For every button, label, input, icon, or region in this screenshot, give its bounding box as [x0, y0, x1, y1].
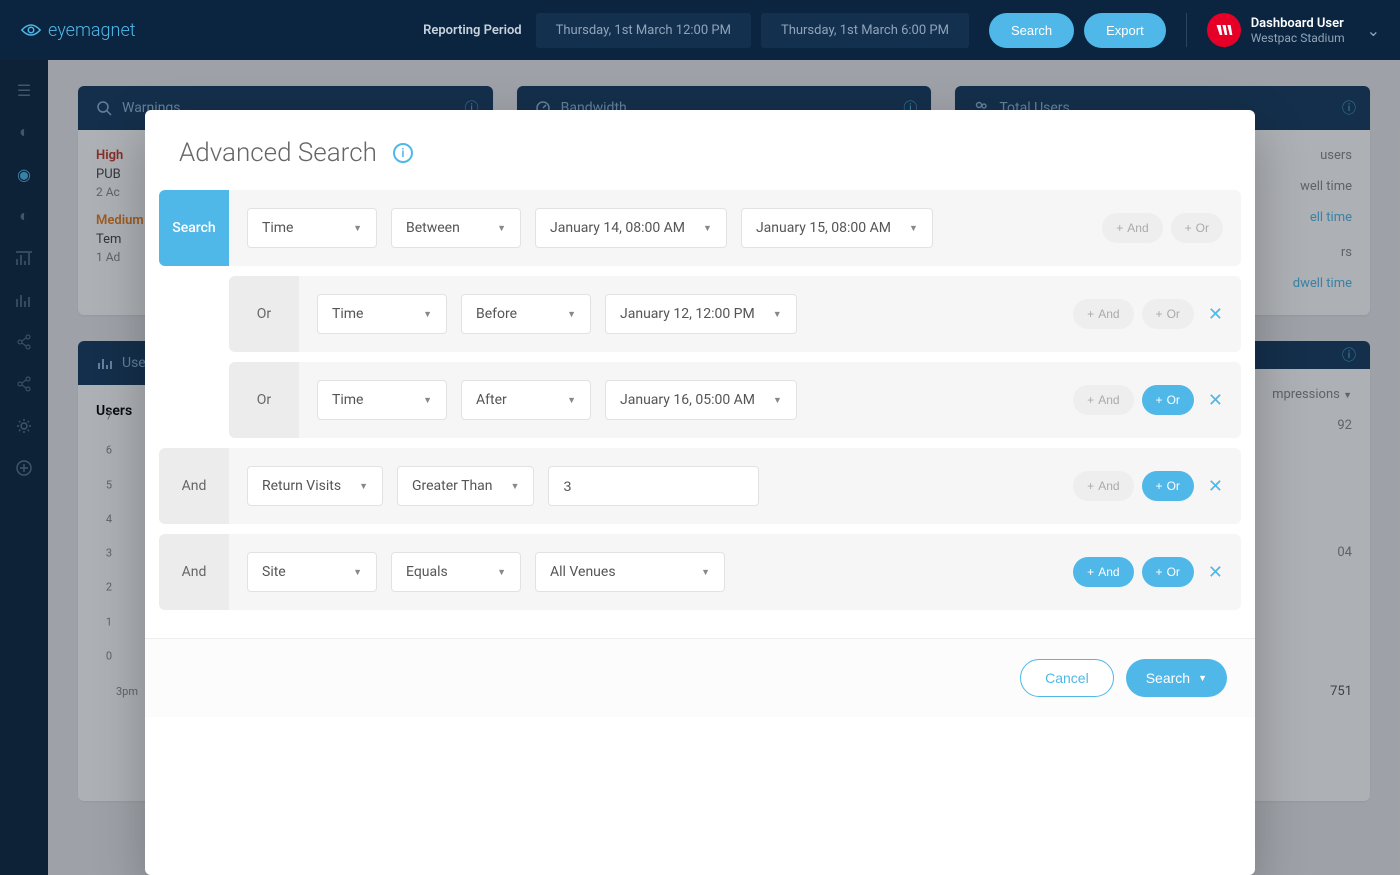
- field-select[interactable]: Site▼: [247, 552, 377, 592]
- remove-rule-icon[interactable]: ✕: [1208, 562, 1223, 583]
- caret-down-icon: ▼: [773, 395, 782, 406]
- modal-search-button[interactable]: Search ▼: [1126, 659, 1227, 697]
- user-menu[interactable]: Dashboard User Westpac Stadium ⌄: [1207, 13, 1380, 47]
- rule-actions: +And +Or ✕: [1073, 557, 1223, 587]
- caret-down-icon: ▼: [423, 309, 432, 320]
- add-or-button[interactable]: +Or: [1171, 213, 1223, 243]
- rule-row: And Site▼ Equals▼ All Venues▼ +And +Or ✕: [159, 534, 1241, 610]
- remove-rule-icon[interactable]: ✕: [1208, 390, 1223, 411]
- value-select-1[interactable]: All Venues▼: [535, 552, 725, 592]
- value-select-2[interactable]: January 15, 08:00 AM▼: [741, 208, 933, 248]
- add-or-button[interactable]: +Or: [1142, 385, 1194, 415]
- rule-label-search: Search: [159, 190, 229, 266]
- add-or-button[interactable]: +Or: [1142, 557, 1194, 587]
- rule-body: Site▼ Equals▼ All Venues▼ +And +Or ✕: [229, 534, 1241, 610]
- caret-down-icon: ▼: [497, 223, 506, 234]
- period-to-box[interactable]: Thursday, 1st March 6:00 PM: [761, 13, 969, 48]
- add-or-button[interactable]: +Or: [1142, 471, 1194, 501]
- field-select[interactable]: Time▼: [317, 294, 447, 334]
- value-select-1[interactable]: January 12, 12:00 PM▼: [605, 294, 797, 334]
- caret-down-icon: ▼: [353, 567, 362, 578]
- rule-label-and: And: [159, 448, 229, 524]
- user-venue: Westpac Stadium: [1251, 31, 1345, 45]
- modal-title: Advanced Search: [179, 138, 377, 168]
- operator-select[interactable]: Greater Than▼: [397, 466, 534, 506]
- brand-text: eyemagnet: [48, 20, 136, 41]
- search-button[interactable]: Search: [989, 13, 1074, 48]
- rule-actions: +And +Or ✕: [1073, 385, 1223, 415]
- info-icon[interactable]: i: [393, 143, 413, 163]
- westpac-logo-icon: [1214, 20, 1234, 40]
- caret-down-icon: ▼: [773, 309, 782, 320]
- value-select-1[interactable]: January 14, 08:00 AM▼: [535, 208, 727, 248]
- period-from-box[interactable]: Thursday, 1st March 12:00 PM: [536, 13, 751, 48]
- rule-label-or: Or: [229, 362, 299, 438]
- modal-overlay: Advanced Search i Search Time▼ Between▼ Jan…: [0, 60, 1400, 875]
- add-and-button[interactable]: +And: [1073, 299, 1133, 329]
- field-select[interactable]: Time▼: [247, 208, 377, 248]
- caret-down-icon: ▼: [701, 567, 710, 578]
- operator-select[interactable]: After▼: [461, 380, 591, 420]
- caret-down-icon: ▼: [909, 223, 918, 234]
- add-and-button[interactable]: +And: [1102, 213, 1162, 243]
- rule-actions: +And +Or ✕: [1073, 299, 1223, 329]
- rule-row: Or Time▼ After▼ January 16, 05:00 AM▼ +And +O…: [229, 362, 1241, 438]
- brand-logo[interactable]: eyemagnet: [20, 20, 136, 41]
- caret-down-icon: ▼: [1198, 673, 1207, 683]
- avatar: [1207, 13, 1241, 47]
- export-button[interactable]: Export: [1084, 13, 1166, 48]
- rules-container: Search Time▼ Between▼ January 14, 08:00 AM▼…: [145, 190, 1255, 638]
- rule-body: Time▼ Before▼ January 12, 12:00 PM▼ +And +Or…: [299, 276, 1241, 352]
- caret-down-icon: ▼: [567, 395, 576, 406]
- rule-label-and: And: [159, 534, 229, 610]
- value-input[interactable]: [548, 466, 759, 506]
- rule-actions: +And +Or ✕: [1073, 471, 1223, 501]
- operator-select[interactable]: Between▼: [391, 208, 521, 248]
- rule-label-or: Or: [229, 276, 299, 352]
- rule-row: Search Time▼ Between▼ January 14, 08:00 AM▼…: [159, 190, 1241, 266]
- cancel-button[interactable]: Cancel: [1020, 659, 1114, 697]
- operator-select[interactable]: Equals▼: [391, 552, 521, 592]
- operator-select[interactable]: Before▼: [461, 294, 591, 334]
- field-select[interactable]: Return Visits▼: [247, 466, 383, 506]
- remove-rule-icon[interactable]: ✕: [1208, 304, 1223, 325]
- user-name: Dashboard User: [1251, 16, 1345, 31]
- reporting-period-label: Reporting Period: [423, 23, 522, 38]
- caret-down-icon: ▼: [511, 481, 520, 492]
- divider: [1186, 13, 1187, 47]
- add-and-button[interactable]: +And: [1073, 557, 1133, 587]
- caret-down-icon: ▼: [359, 481, 368, 492]
- advanced-search-modal: Advanced Search i Search Time▼ Between▼ Jan…: [145, 110, 1255, 875]
- caret-down-icon: ▼: [497, 567, 506, 578]
- remove-rule-icon[interactable]: ✕: [1208, 476, 1223, 497]
- rule-row: OrTime▼Before▼January 12, 12:00 PM▼+And+…: [229, 276, 1241, 352]
- add-and-button[interactable]: +And: [1073, 471, 1133, 501]
- logo-icon: [20, 21, 42, 39]
- rule-actions: +And +Or: [1102, 213, 1223, 243]
- caret-down-icon: ▼: [353, 223, 362, 234]
- field-select[interactable]: Time▼: [317, 380, 447, 420]
- rule-body: Time▼ Between▼ January 14, 08:00 AM▼ Januar…: [229, 190, 1241, 266]
- caret-down-icon: ▼: [423, 395, 432, 406]
- value-select-1[interactable]: January 16, 05:00 AM▼: [605, 380, 797, 420]
- rule-row: And Return Visits▼ Greater Than▼ +And +Or ✕: [159, 448, 1241, 524]
- rule-body: Time▼ After▼ January 16, 05:00 AM▼ +And +Or ✕: [299, 362, 1241, 438]
- chevron-down-icon: ⌄: [1367, 21, 1380, 40]
- caret-down-icon: ▼: [703, 223, 712, 234]
- rule-body: Return Visits▼ Greater Than▼ +And +Or ✕: [229, 448, 1241, 524]
- top-bar: eyemagnet Reporting Period Thursday, 1st…: [0, 0, 1400, 60]
- add-or-button[interactable]: +Or: [1142, 299, 1194, 329]
- caret-down-icon: ▼: [567, 309, 576, 320]
- add-and-button[interactable]: +And: [1073, 385, 1133, 415]
